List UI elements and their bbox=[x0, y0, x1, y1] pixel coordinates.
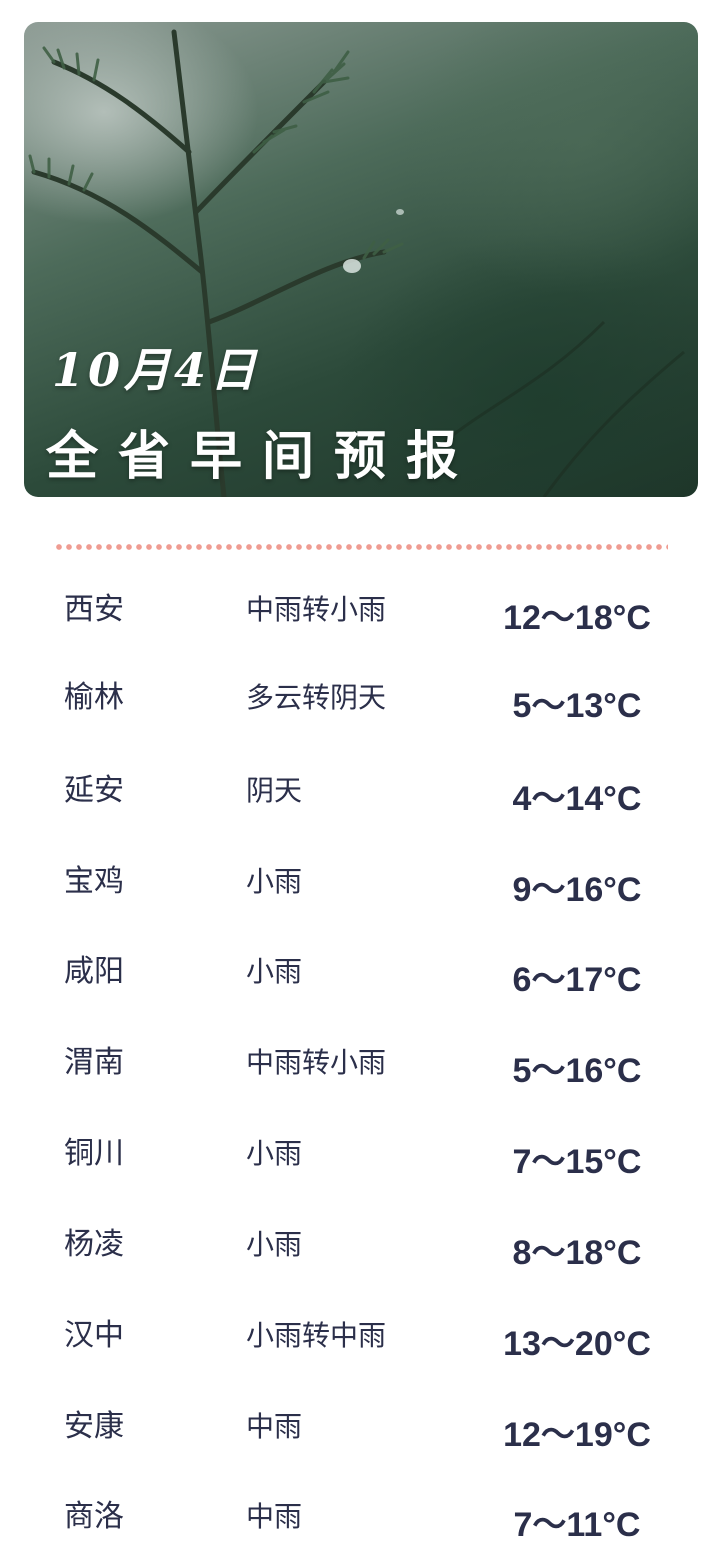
city-name: 安康 bbox=[64, 1409, 124, 1444]
weather-condition: 小雨转中雨 bbox=[246, 1319, 387, 1352]
forecast-title: 全省早间预报 bbox=[46, 426, 479, 487]
forecast-row-tongchuan: 铜川 小雨 7～15°C bbox=[0, 1118, 720, 1181]
city-name: 榆林 bbox=[64, 680, 124, 715]
temperature-range: 5～16°C bbox=[512, 1052, 642, 1090]
weather-condition: 中雨 bbox=[246, 1500, 303, 1533]
city-name: 铜川 bbox=[64, 1136, 124, 1171]
forecast-row-ankang: 安康 中雨 12～19°C bbox=[0, 1391, 720, 1454]
forecast-row-xianyang: 咸阳 小雨 6～17°C bbox=[0, 936, 720, 999]
weather-condition: 中雨 bbox=[246, 1410, 303, 1443]
forecast-row-yanan: 延安 阴天 4～14°C bbox=[0, 755, 720, 818]
weather-condition: 多云转阴天 bbox=[246, 681, 387, 714]
temperature-range: 7～11°C bbox=[513, 1506, 641, 1544]
city-name: 延安 bbox=[64, 773, 124, 808]
forecast-row-yangling: 杨凌 小雨 8～18°C bbox=[0, 1209, 720, 1272]
forecast-row-shangluo: 商洛 中雨 7～11°C bbox=[0, 1481, 720, 1544]
city-name: 渭南 bbox=[64, 1045, 124, 1080]
city-name: 杨凌 bbox=[64, 1227, 124, 1262]
weather-condition: 小雨 bbox=[246, 1228, 303, 1261]
city-name: 商洛 bbox=[64, 1499, 124, 1534]
city-name: 宝鸡 bbox=[64, 864, 124, 899]
city-name: 汉中 bbox=[64, 1318, 124, 1353]
weather-condition: 中雨转小雨 bbox=[246, 1046, 387, 1079]
dotted-divider bbox=[54, 544, 668, 550]
forecast-row-baoji: 宝鸡 小雨 9～16°C bbox=[0, 846, 720, 909]
temperature-range: 12～19°C bbox=[503, 1416, 651, 1454]
weather-condition: 小雨 bbox=[246, 955, 303, 988]
temperature-range: 8～18°C bbox=[512, 1234, 642, 1272]
city-name: 咸阳 bbox=[64, 954, 124, 989]
temperature-range: 7～15°C bbox=[512, 1143, 642, 1181]
temperature-range: 9～16°C bbox=[512, 871, 642, 909]
forecast-row-xian: 西安 中雨转小雨 12～18°C bbox=[0, 574, 720, 637]
hero-banner: 10月4日 全省早间预报 bbox=[24, 22, 698, 497]
temperature-range: 6～17°C bbox=[512, 961, 642, 999]
weather-condition: 阴天 bbox=[246, 774, 303, 807]
temperature-range: 12～18°C bbox=[503, 599, 651, 637]
forecast-date: 10月4日 bbox=[52, 343, 261, 397]
weather-condition: 小雨 bbox=[246, 1137, 303, 1170]
city-name: 西安 bbox=[64, 592, 124, 627]
temperature-range: 13～20°C bbox=[503, 1325, 651, 1363]
forecast-row-weinan: 渭南 中雨转小雨 5～16°C bbox=[0, 1027, 720, 1090]
forecast-row-hanzhong: 汉中 小雨转中雨 13～20°C bbox=[0, 1300, 720, 1363]
forecast-row-yulin: 榆林 多云转阴天 5～13°C bbox=[0, 662, 720, 725]
temperature-range: 4～14°C bbox=[512, 780, 642, 818]
weather-condition: 小雨 bbox=[246, 865, 303, 898]
weather-condition: 中雨转小雨 bbox=[246, 593, 387, 626]
temperature-range: 5～13°C bbox=[512, 687, 642, 725]
